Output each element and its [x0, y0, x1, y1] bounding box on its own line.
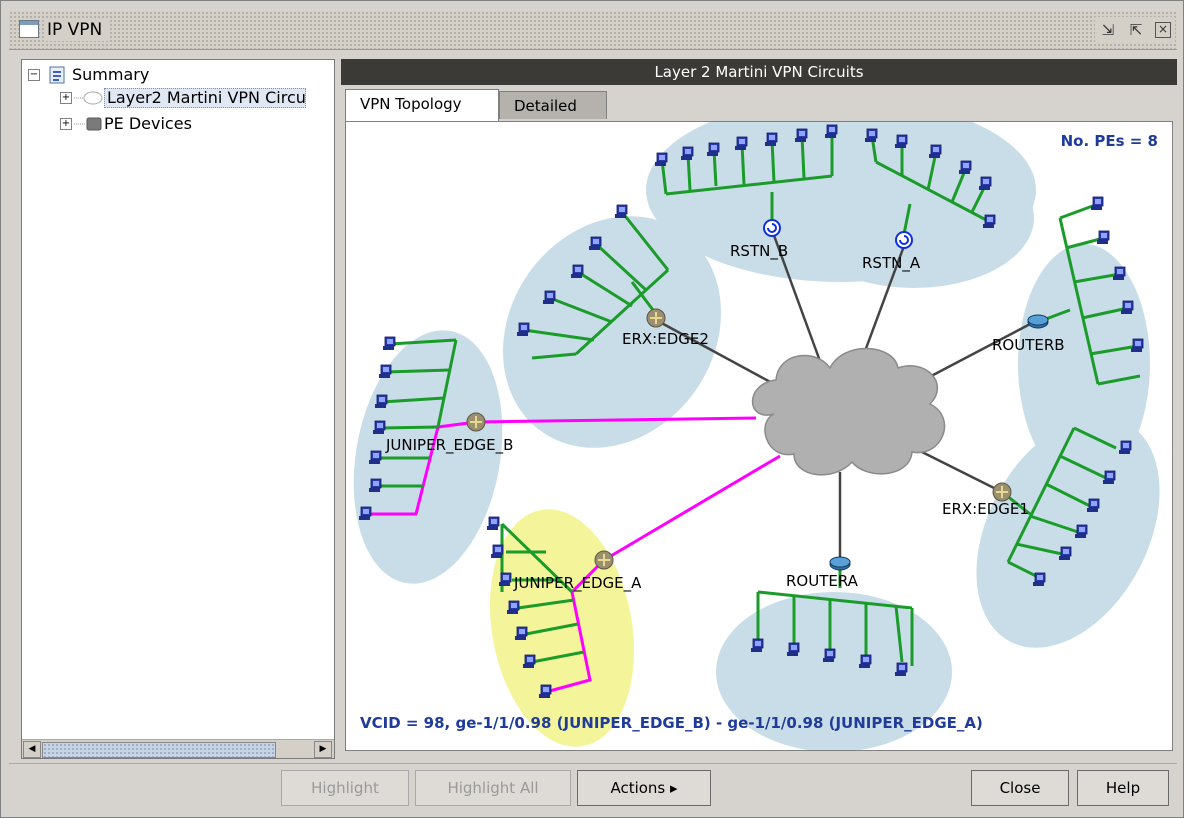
tree-item-label: Layer2 Martini VPN Circu [104, 88, 306, 108]
erx-edge1-icon [992, 482, 1012, 502]
juniper-edge-b-icon [466, 412, 486, 432]
tab-detailed[interactable]: Detailed [499, 91, 607, 119]
title-bar[interactable]: IP VPN ⇲ ⇱ × [9, 11, 1177, 50]
circuit-cloud-icon [74, 91, 103, 105]
juniper-edge-a-icon [594, 550, 614, 570]
summary-icon [49, 66, 65, 84]
node-label-erx-edge2[interactable]: ERX:EDGE2 [622, 330, 709, 348]
button-bar: Highlight Highlight All Actions ▸ Close … [9, 763, 1177, 812]
node-label-juniper-edge-b[interactable]: JUNIPER_EDGE_B [386, 436, 513, 454]
pe-device-icon [74, 117, 102, 131]
horizontal-scrollbar[interactable]: ◀ ▶ [22, 739, 334, 758]
tab-vpn-topology[interactable]: VPN Topology [345, 89, 499, 121]
routerb-icon [1027, 314, 1049, 329]
panel-header: Layer 2 Martini VPN Circuits [341, 59, 1177, 85]
vcid-label: VCID = 98, ge-1/1/0.98 (JUNIPER_EDGE_B) … [360, 714, 983, 732]
expand-icon[interactable]: + [60, 118, 72, 130]
tree-item-layer2-circuits[interactable]: + Layer2 Martini VPN Circu [60, 87, 306, 109]
highlighted-cluster [489, 509, 635, 747]
pe-count-label: No. PEs = 8 [1060, 132, 1158, 150]
node-label-routera[interactable]: ROUTERA [786, 572, 858, 590]
tree-item-label: Summary [72, 65, 150, 84]
node-label-rstn-b[interactable]: RSTN_B [730, 242, 788, 260]
node-label-rstn-a[interactable]: RSTN_A [862, 254, 920, 272]
minimize-icon[interactable]: ⇲ [1099, 21, 1117, 39]
expand-icon[interactable]: + [60, 92, 72, 104]
window-icon [19, 20, 39, 38]
tree-item-summary[interactable]: − Summary [28, 64, 149, 86]
help-button[interactable]: Help [1077, 770, 1169, 806]
scroll-thumb[interactable] [42, 742, 276, 758]
main-panel: Layer 2 Martini VPN Circuits Detailed VP… [341, 59, 1177, 759]
window-title: IP VPN [45, 19, 109, 41]
actions-button[interactable]: Actions ▸ [577, 770, 711, 806]
title-buttons: ⇲ ⇱ × [1095, 17, 1175, 43]
maximize-icon[interactable]: ⇱ [1127, 21, 1145, 39]
scroll-left-icon[interactable]: ◀ [23, 741, 41, 758]
tree-item-label: PE Devices [104, 114, 192, 133]
collapse-icon[interactable]: − [28, 69, 40, 81]
network-cloud-icon [751, 347, 946, 476]
ip-vpn-window: IP VPN ⇲ ⇱ × − Summary + Layer2 Martini … [0, 0, 1184, 818]
erx-edge2-icon [646, 308, 666, 328]
topology-canvas[interactable]: No. PEs = 8 RSTN_B RSTN_A ERX:EDGE2 ROUT… [345, 121, 1173, 751]
tree-item-pe-devices[interactable]: + PE Devices [60, 113, 192, 135]
close-button[interactable]: Close [971, 770, 1069, 806]
node-label-routerb[interactable]: ROUTERB [992, 336, 1065, 354]
node-label-juniper-edge-a[interactable]: JUNIPER_EDGE_A [514, 574, 641, 592]
navigation-tree: − Summary + Layer2 Martini VPN Circu + P… [21, 59, 335, 759]
highlight-button[interactable]: Highlight [281, 770, 409, 806]
rstn-a-icon [895, 231, 913, 249]
routera-icon [829, 556, 851, 571]
highlight-all-button[interactable]: Highlight All [415, 770, 571, 806]
scroll-right-icon[interactable]: ▶ [314, 741, 332, 758]
node-label-erx-edge1[interactable]: ERX:EDGE1 [942, 500, 1029, 518]
close-window-icon[interactable]: × [1155, 22, 1171, 38]
rstn-b-icon [763, 219, 781, 237]
